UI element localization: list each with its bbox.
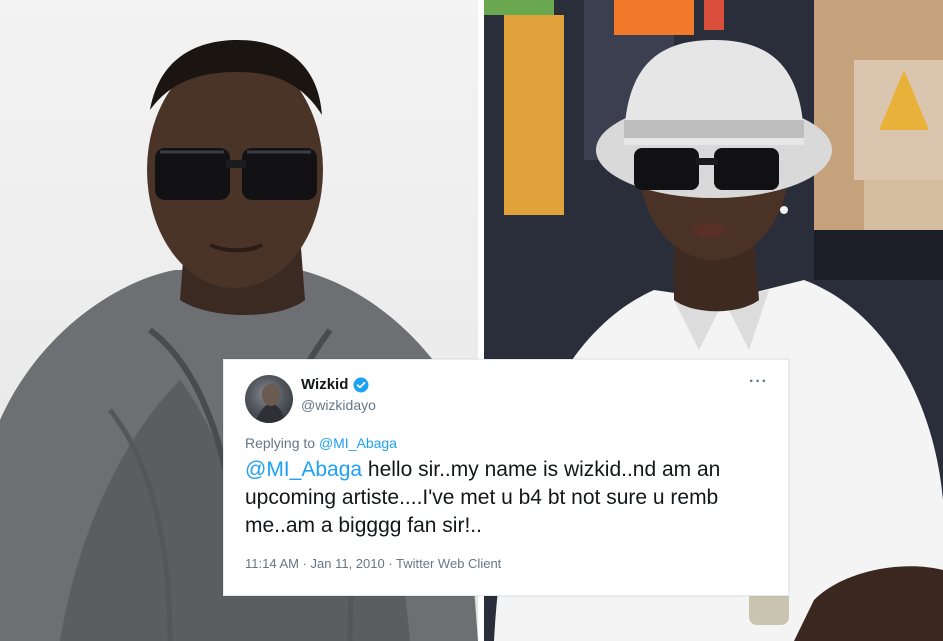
more-options-icon[interactable]: ··· xyxy=(749,373,768,391)
tweet-text-mention[interactable]: @MI_Abaga xyxy=(245,458,362,481)
avatar[interactable] xyxy=(245,375,293,423)
tweet-card: Wizkid @wizkidayo ··· Replying to @MI_Ab… xyxy=(223,359,789,596)
tweet-timestamp[interactable]: 11:14 AM · Jan 11, 2010 · Twitter Web Cl… xyxy=(245,556,501,571)
replying-prefix: Replying to xyxy=(245,435,319,451)
tweet-text: @MI_Abaga hello sir..my name is wizkid..… xyxy=(245,456,775,540)
display-name[interactable]: Wizkid xyxy=(301,376,348,393)
user-handle[interactable]: @wizkidayo xyxy=(301,397,376,413)
replying-to-line: Replying to @MI_Abaga xyxy=(245,435,397,451)
verified-badge-icon xyxy=(353,377,369,393)
avatar-image xyxy=(255,384,285,423)
replying-to-mention[interactable]: @MI_Abaga xyxy=(319,435,397,451)
